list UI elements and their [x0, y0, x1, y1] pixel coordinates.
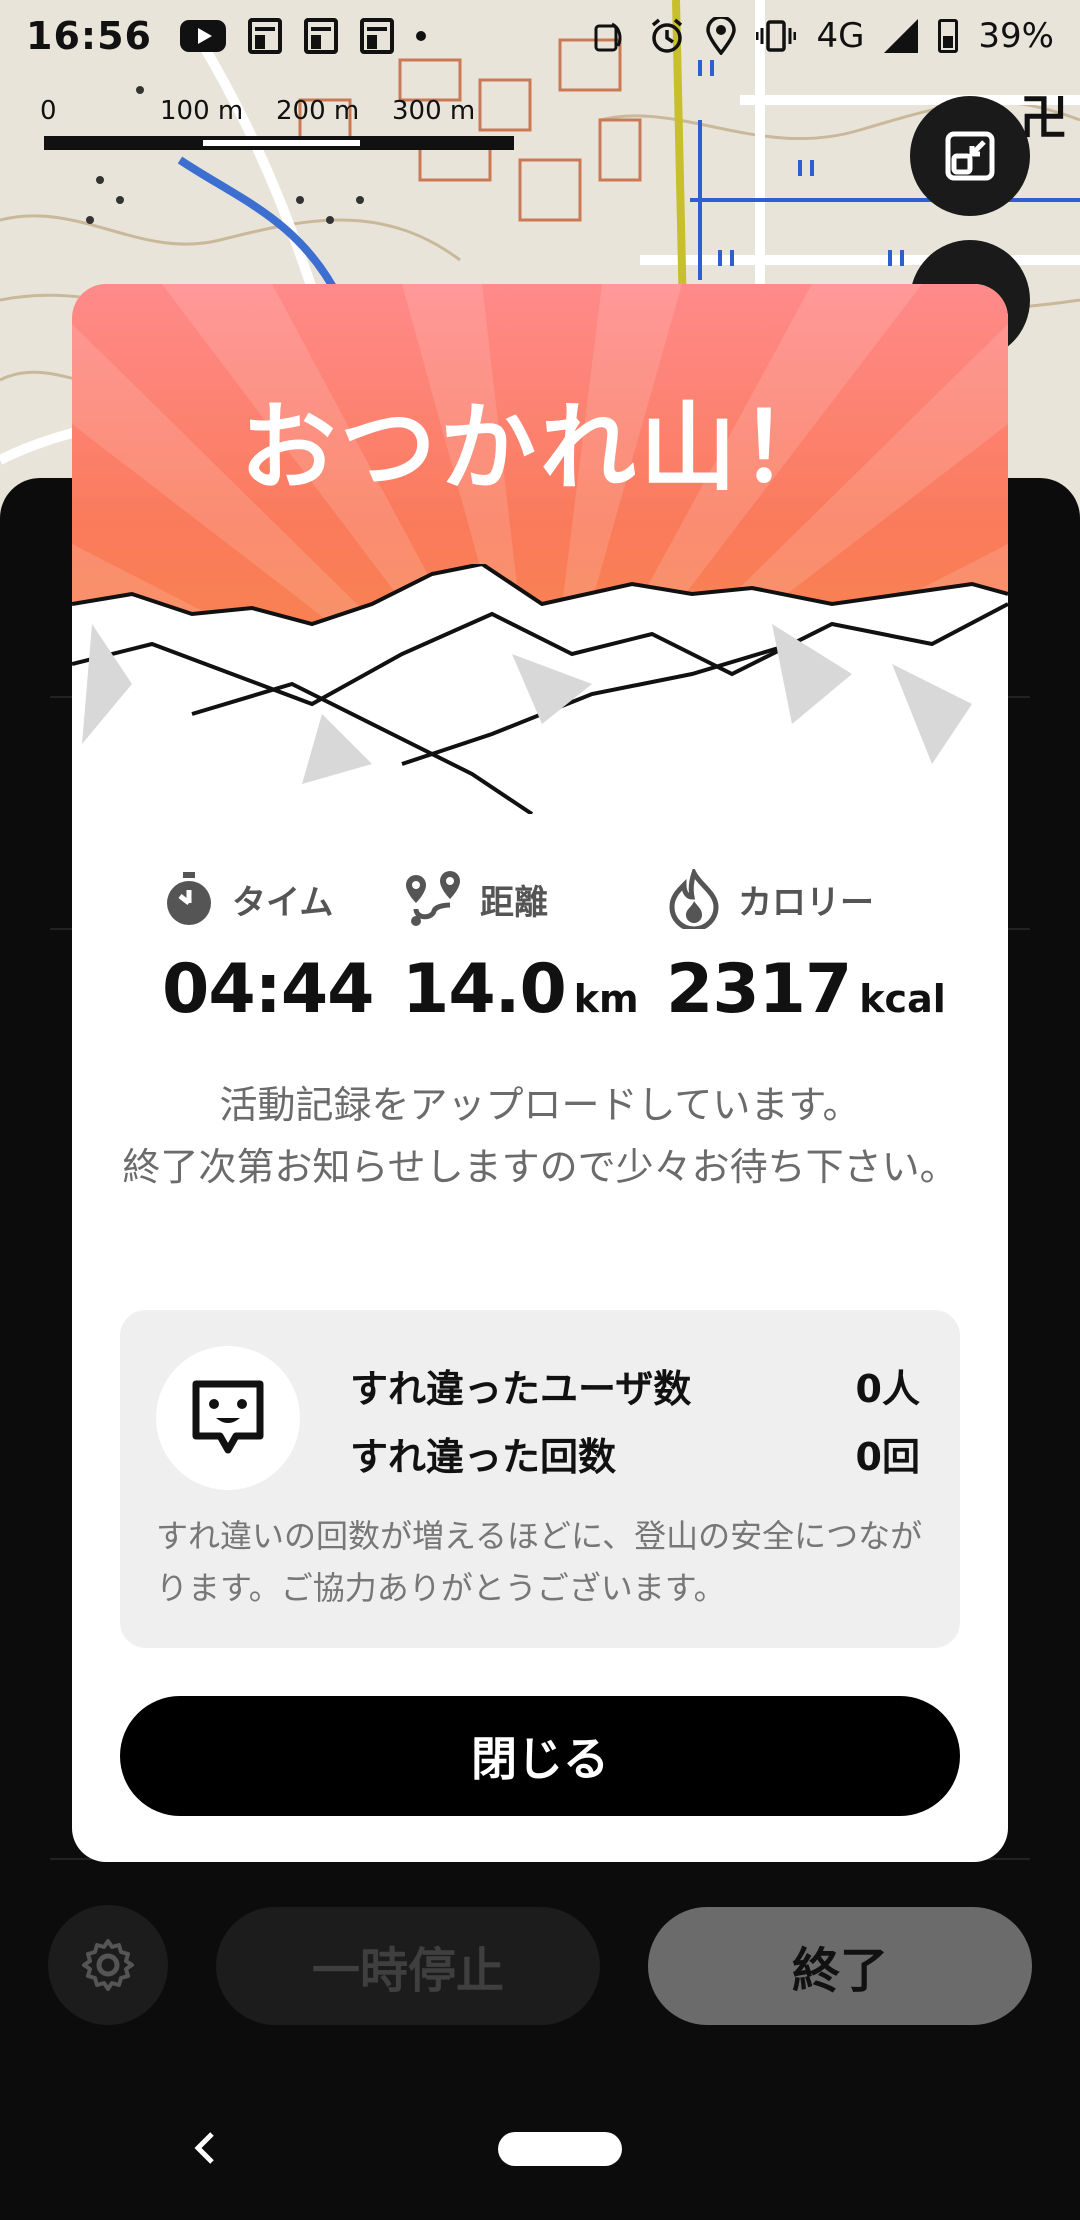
stat-label: カロリー: [738, 882, 874, 923]
completion-dialog: おつかれ山！ タイム 04:44 距離 14.0 km カロリー 2317 kc…: [72, 284, 1008, 1862]
encounter-avatar: [156, 1346, 300, 1490]
scale-label: 100 m: [160, 96, 244, 126]
stat-time: タイム 04:44: [162, 864, 374, 1034]
encounter-count-row: すれ違った回数 0回: [350, 1426, 920, 1481]
map-scale: 0 100 m 200 m 300 m: [40, 96, 514, 156]
close-button[interactable]: 閉じる: [120, 1696, 960, 1816]
scale-label: 0: [40, 96, 57, 126]
news-icon: [359, 18, 394, 54]
news-icon: [303, 18, 338, 54]
end-button[interactable]: 終了: [648, 1907, 1032, 2025]
map-layer-button[interactable]: [910, 96, 1030, 216]
flame-icon: [669, 869, 719, 929]
encounter-users-value: 0人: [855, 1367, 920, 1411]
scale-label: 200 m: [276, 96, 360, 126]
stat-label: タイム: [232, 882, 334, 923]
youtube-icon: [179, 20, 226, 52]
bottom-controls: 一時停止 終了: [0, 1905, 1080, 2035]
gear-icon: [82, 1939, 134, 1991]
home-pill[interactable]: [498, 2132, 622, 2166]
calories-value: 2317: [666, 950, 852, 1029]
distance-value: 14.0: [402, 950, 567, 1029]
upload-message: 活動記録をアップロードしています。 終了次第お知らせしますので少々お待ち下さい。: [112, 1074, 968, 1198]
smile-face-icon: [192, 1380, 264, 1454]
upload-message-line: 終了次第お知らせしますので少々お待ち下さい。: [122, 1145, 958, 1189]
battery-percent: 39%: [978, 16, 1054, 56]
network-type: 4G: [816, 16, 865, 56]
encounter-card: すれ違ったユーザ数 0人 すれ違った回数 0回 すれ違いの回数が増えるほどに、登…: [120, 1310, 960, 1648]
battery-icon: [938, 19, 959, 53]
distance-unit: km: [573, 977, 639, 1021]
encounter-count-value: 0回: [855, 1435, 920, 1479]
stat-label: 距離: [480, 882, 548, 923]
route-icon: [406, 871, 460, 926]
alarm-icon: [652, 18, 683, 53]
dot-icon: [415, 31, 426, 41]
status-time: 16:56: [26, 14, 152, 58]
stat-calories: カロリー 2317 kcal: [666, 864, 946, 1034]
mountains-illustration: [72, 564, 1008, 814]
news-icon: [247, 18, 282, 54]
settings-button[interactable]: [48, 1905, 168, 2025]
signal-icon: [884, 19, 919, 53]
stat-distance: 距離 14.0 km: [402, 864, 639, 1034]
nfc-icon: [594, 22, 622, 52]
back-icon[interactable]: [190, 2128, 220, 2179]
system-nav-bar: [0, 2080, 1080, 2220]
upload-message-line: 活動記録をアップロードしています。: [219, 1083, 861, 1127]
dialog-title: おつかれ山！: [240, 392, 840, 504]
hero-banner: おつかれ山！: [72, 284, 1008, 814]
activity-stats: タイム 04:44 距離 14.0 km カロリー 2317 kcal: [72, 864, 1008, 1034]
encounter-users-label: すれ違ったユーザ数: [350, 1367, 692, 1411]
scale-label: 300 m: [392, 96, 476, 126]
encounter-count-label: すれ違った回数: [350, 1435, 617, 1479]
stopwatch-icon: [167, 872, 211, 925]
encounter-note: すれ違いの回数が増えるほどに、登山の安全につながります。ご協力ありがとうございま…: [156, 1517, 923, 1607]
vibrate-icon: [756, 20, 797, 52]
encounter-users-row: すれ違ったユーザ数 0人: [350, 1358, 920, 1413]
pause-button[interactable]: 一時停止: [216, 1907, 600, 2025]
time-value: 04:44: [162, 950, 374, 1029]
layers-icon: [945, 131, 995, 181]
location-icon: [706, 17, 737, 55]
calories-unit: kcal: [859, 977, 946, 1021]
status-bar: 16:56 4G 39%: [0, 0, 1080, 72]
